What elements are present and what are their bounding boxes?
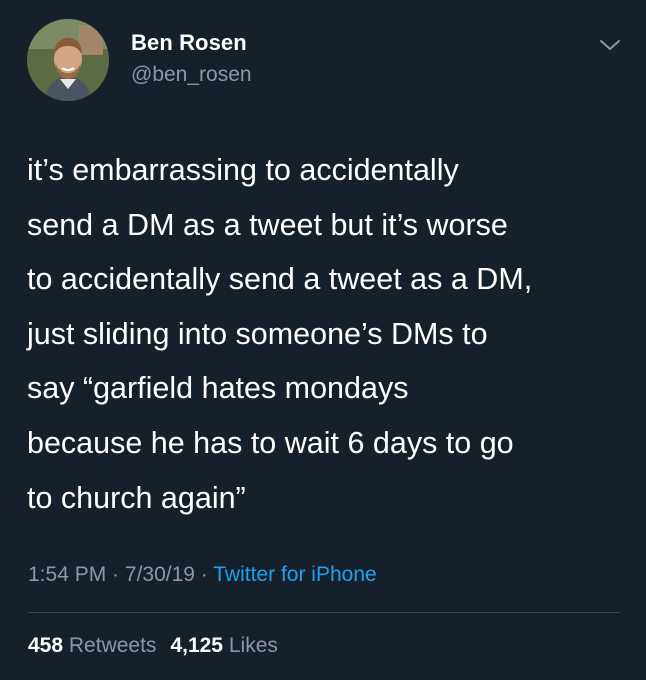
tweet-metadata: 1:54 PM · 7/30/19 · Twitter for iPhone [28, 563, 377, 587]
tweet-time[interactable]: 1:54 PM [28, 563, 106, 586]
avatar[interactable] [27, 19, 109, 101]
tweet-source-link[interactable]: Twitter for iPhone [213, 563, 376, 586]
likes-count: 4,125 [170, 634, 223, 657]
likes-label: Likes [228, 634, 278, 657]
meta-separator: · [194, 563, 214, 586]
author-name[interactable]: Ben Rosen [131, 30, 247, 56]
likes-stat[interactable]: 4,125 Likes [170, 634, 277, 657]
tweet-card: Ben Rosen @ben_rosen it’s embarrassing t… [0, 0, 646, 680]
author-handle[interactable]: @ben_rosen [131, 63, 252, 87]
tweet-date[interactable]: 7/30/19 [125, 563, 195, 586]
divider [28, 612, 620, 613]
tweet-text: it’s embarrassing to accidentally send a… [27, 153, 533, 515]
avatar-image [27, 19, 109, 101]
chevron-down-icon[interactable] [598, 36, 622, 54]
retweets-stat[interactable]: 458 Retweets [28, 634, 156, 657]
meta-separator: · [106, 563, 125, 586]
retweets-label: Retweets [68, 634, 157, 657]
tweet-stats: 458 Retweets 4,125 Likes [28, 634, 278, 658]
retweets-count: 458 [28, 634, 64, 657]
